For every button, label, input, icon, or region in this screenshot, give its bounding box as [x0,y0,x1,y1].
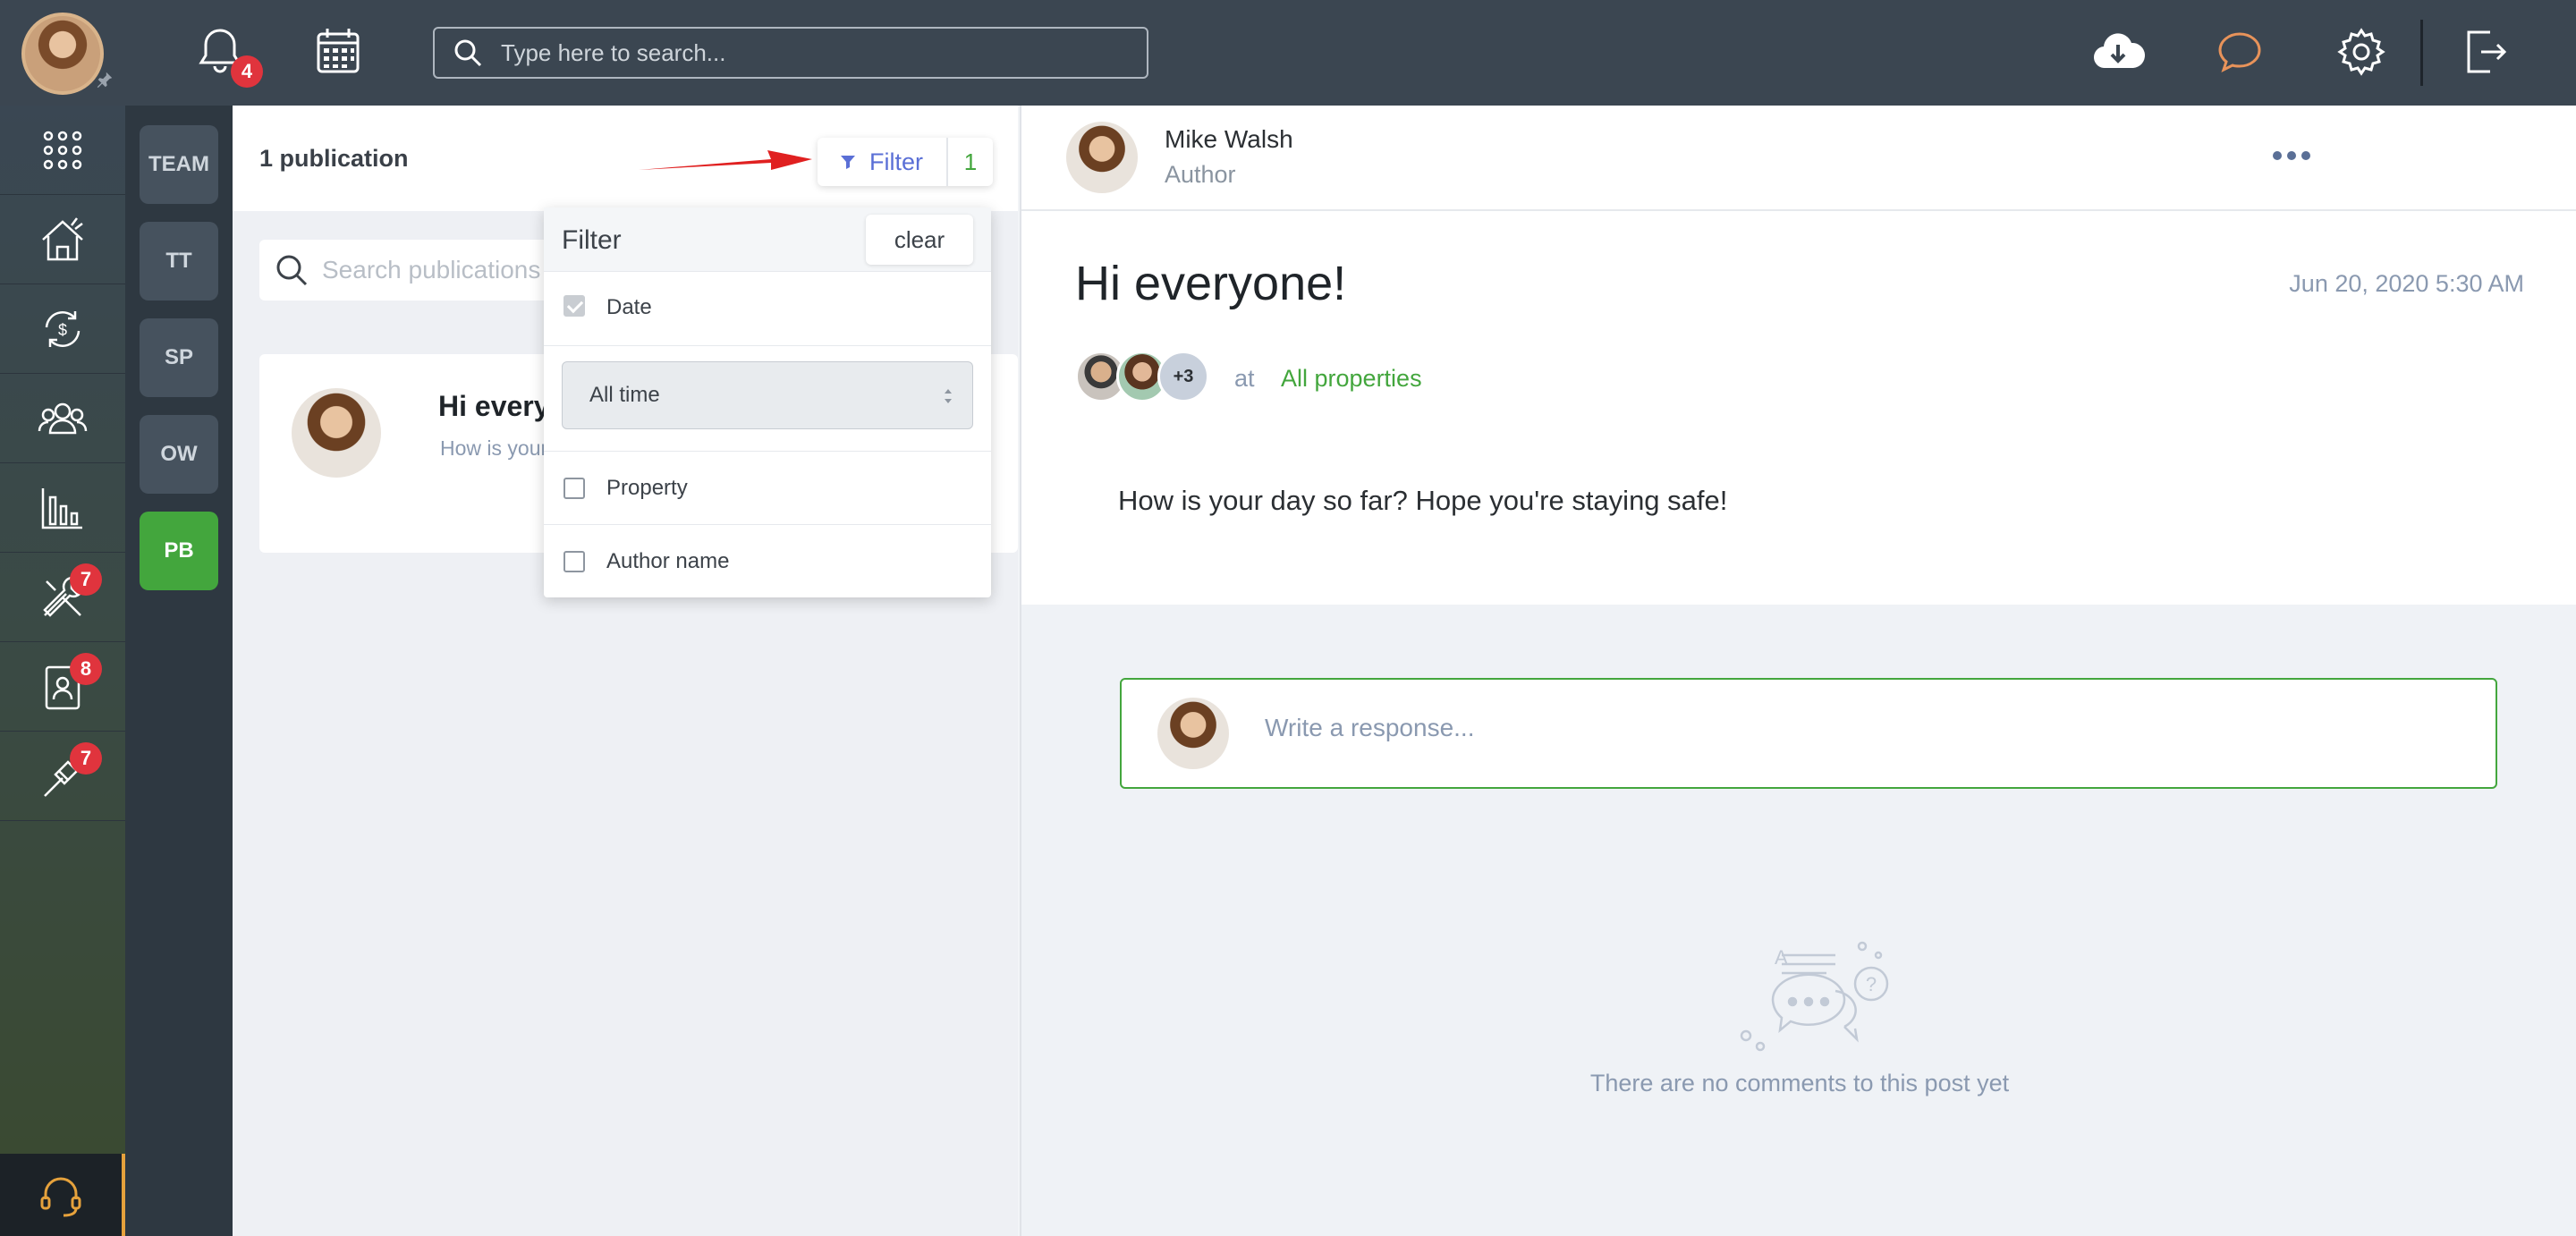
headset-icon [40,1177,81,1217]
rail-tenants[interactable]: 8 [0,642,125,732]
filter-toggle[interactable]: Filter [818,138,948,186]
divider [544,345,991,346]
filter-property-row[interactable]: Property [544,452,991,525]
rail-maintenance[interactable]: 7 [0,553,125,642]
workspace-tt[interactable]: TT [140,222,218,301]
global-search[interactable] [433,27,1148,79]
author-avatar[interactable] [1066,122,1138,193]
date-label: Date [606,295,652,319]
rail-apps[interactable] [0,106,125,195]
red-arrow-icon [639,150,812,170]
author-name: Mike Walsh [1165,125,1293,153]
filter-author-row[interactable]: Author name [544,525,991,597]
rail-properties[interactable] [0,195,125,284]
property-checkbox[interactable] [564,477,585,499]
at-label: at [1234,365,1255,392]
search-icon [276,255,308,286]
no-comments-illustration-icon: ? A [1740,941,1889,1052]
filter-funnel-icon [841,156,855,169]
settings-gear-icon[interactable] [2333,23,2390,80]
tenants-badge: 8 [70,653,102,685]
clear-filters-button[interactable]: clear [866,215,973,265]
post-date: Jun 20, 2020 5:30 AM [2289,270,2524,297]
svg-text:A: A [1775,946,1788,969]
no-comments-message: There are no comments to this post yet [1589,1070,2010,1096]
filter-button[interactable]: Filter 1 [818,138,993,186]
workspace-sp[interactable]: SP [140,318,218,397]
property-label: Property [606,475,688,500]
svg-text:$: $ [58,321,67,339]
author-name-label: Author name [606,548,730,573]
main-nav-rail: $ 7 8 7 [0,106,125,1236]
avatar [1157,698,1229,769]
author-checkbox[interactable] [564,550,585,572]
more-viewers-count: +3 [1157,351,1209,402]
rail-leasing[interactable]: 7 [0,732,125,821]
rail-finance[interactable]: $ [0,284,125,374]
more-options-icon[interactable] [2270,145,2313,166]
logout-icon[interactable] [2456,23,2513,80]
search-icon [454,39,482,67]
chat-icon[interactable] [2213,23,2270,80]
people-icon [38,402,88,434]
leasing-badge: 7 [70,742,102,775]
properties-link[interactable]: All properties [1281,365,1422,393]
house-icon [42,216,83,260]
publications-header: 1 publication Filter 1 [233,106,1018,211]
post-author-header: Mike Walsh Author [1021,106,2576,211]
post-audience[interactable]: +3 [1075,351,1236,404]
post-title: Hi everyone! [1075,257,1347,310]
filter-dropdown-header: Filter clear [544,207,991,272]
filter-active-count: 1 [963,148,978,175]
publication-count: 1 publication [259,145,409,172]
workspace-column: TEAM TT SP OW PB [125,106,233,1236]
filter-dropdown: Filter clear Date All time Property Auth… [544,207,991,597]
response-input[interactable] [1265,714,2428,742]
topbar-divider [2420,20,2423,86]
filter-dropdown-title: Filter [562,225,622,255]
global-search-input[interactable] [501,38,1127,67]
rail-contacts[interactable] [0,374,125,463]
post-detail-panel: Mike Walsh Author Hi everyone! Jun 20, 2… [1020,106,2576,1236]
money-cycle-icon: $ [45,310,80,347]
post-text: How is your day so far? Hope you're stay… [1118,485,1728,516]
post-body: Hi everyone! Jun 20, 2020 5:30 AM +3 at … [1021,211,2576,605]
author-role: Author [1165,161,1236,188]
date-range-value: All time [589,383,660,407]
svg-text:?: ? [1866,973,1877,995]
rail-reports[interactable] [0,463,125,553]
filter-label: Filter [869,148,923,175]
avatar [292,388,381,478]
user-avatar[interactable] [21,13,104,95]
date-checkbox[interactable] [564,295,585,317]
workspace-ow[interactable]: OW [140,415,218,494]
workspace-team[interactable]: TEAM [140,125,218,204]
workspace-pb[interactable]: PB [140,512,218,590]
select-arrows-icon [945,389,952,403]
apps-grid-icon [43,131,82,169]
notifications-badge: 4 [231,55,263,88]
cloud-download-icon[interactable] [2086,23,2150,80]
support-button[interactable] [0,1154,125,1236]
pin-icon[interactable] [95,70,114,89]
calendar-icon[interactable] [309,23,367,80]
bar-chart-icon [41,487,82,529]
response-box[interactable] [1120,678,2497,789]
top-bar: 4 [0,0,2576,106]
maintenance-badge: 7 [70,563,102,596]
notifications-button[interactable]: 4 [191,23,263,91]
date-range-select[interactable]: All time [562,361,973,429]
